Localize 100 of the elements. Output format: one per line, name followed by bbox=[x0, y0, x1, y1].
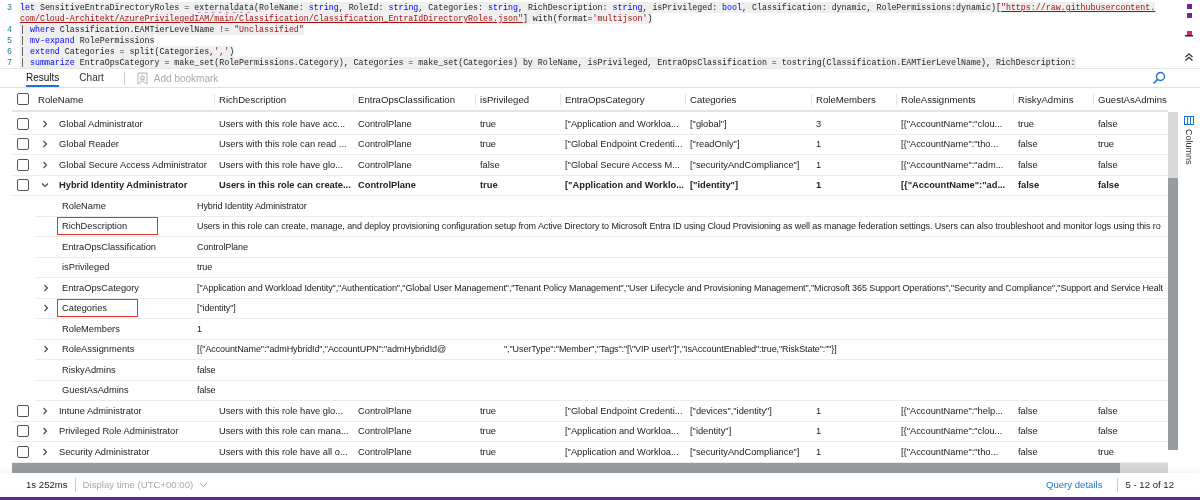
table-cell-text: Users in this role can create... bbox=[218, 180, 352, 191]
table-cell-text: Users with this role have glo... bbox=[218, 405, 344, 416]
table-cell-text: 1 bbox=[815, 426, 823, 437]
chevron-right-icon[interactable] bbox=[40, 406, 49, 415]
column-header[interactable]: RoleMembers bbox=[812, 93, 897, 105]
table-cell-text: ControlPlane bbox=[357, 405, 413, 416]
table-cell-text: false bbox=[1097, 159, 1119, 170]
table-cell-text: true bbox=[479, 405, 498, 416]
table-cell-text: Users with this role have acc... bbox=[218, 118, 347, 129]
tab[interactable]: Chart bbox=[79, 69, 104, 87]
table-cell-text: Global Secure Access Administrator bbox=[58, 159, 208, 170]
column-header[interactable]: isPrivileged bbox=[476, 93, 561, 105]
table-cell-text: false bbox=[479, 159, 501, 170]
table-cell-text: false bbox=[1097, 426, 1119, 437]
table-cell-text: ["securityAndCompliance"] bbox=[689, 446, 801, 457]
row-checkbox[interactable] bbox=[17, 117, 29, 130]
table-cell-text: ["identity"] bbox=[689, 180, 740, 191]
select-all-checkbox[interactable] bbox=[17, 93, 29, 105]
row-checkbox[interactable] bbox=[17, 138, 29, 151]
table-cell-text: ["Application and Workloa... bbox=[564, 446, 680, 457]
field-name: GuestAsAdmins bbox=[61, 384, 130, 398]
chevron-right-icon[interactable] bbox=[42, 283, 50, 292]
chevron-down-icon[interactable] bbox=[40, 181, 49, 190]
search-icon[interactable] bbox=[1152, 71, 1166, 85]
table-cell-text: ControlPlane bbox=[357, 118, 413, 129]
table-cell-text: ["Application and Workloa... bbox=[564, 426, 680, 437]
tab[interactable]: Results bbox=[26, 69, 60, 87]
vertical-scrollbar[interactable] bbox=[1168, 112, 1178, 450]
field-value: ","UserType":"Member","Tags":"[\"VIP user\"]","IsAccountEnabled":true,"RiskState":""}] bbox=[504, 344, 837, 355]
line-number: 3 bbox=[6, 2, 13, 13]
field-value: ["Application and Workload Identity","Authentication","Global User Management","Tenant Policy Management","User Lifecycle and Provisioning Management","Microsoft 365 Support Operations","Security and Compliance","Support and Service Healt bbox=[197, 282, 1163, 293]
table-cell-text: ["Global Endpoint Credenti... bbox=[564, 405, 684, 416]
chevron-right-icon[interactable] bbox=[42, 304, 50, 313]
table-cell-text: ["Global Secure Access M... bbox=[564, 159, 681, 170]
chevron-right-icon[interactable] bbox=[42, 345, 50, 354]
table-cell-text: Users with this role have all o... bbox=[218, 446, 349, 457]
table-cell-text: true bbox=[479, 446, 498, 457]
table-cell-text: [{"AccountName":"tho... bbox=[900, 446, 1000, 457]
query-details-link[interactable]: Query details bbox=[1045, 479, 1103, 491]
table-cell-text: Hybrid Identity Administrator bbox=[58, 180, 189, 191]
field-value: true bbox=[197, 262, 213, 273]
chevron-right-icon[interactable] bbox=[40, 427, 49, 436]
table-cell-text: [{"AccountName":"ad... bbox=[900, 180, 1007, 191]
table-cell-text: ["Application and Workloa... bbox=[564, 118, 680, 129]
table-cell-text: 1 bbox=[815, 159, 823, 170]
table-cell-text: [{"AccountName":"help... bbox=[900, 405, 1004, 416]
table-cell-text: Users with this role have glo... bbox=[218, 159, 344, 170]
field-name: isPrivileged bbox=[61, 261, 111, 275]
row-checkbox[interactable] bbox=[17, 158, 29, 171]
column-header[interactable]: RoleAssignments bbox=[897, 93, 1014, 105]
field-value: false bbox=[197, 385, 216, 396]
table-cell-text: true bbox=[479, 139, 498, 150]
row-checkbox[interactable] bbox=[17, 445, 29, 458]
chevron-right-icon[interactable] bbox=[40, 140, 49, 149]
table-cell-text: true bbox=[1017, 118, 1036, 129]
field-name: RichDescription bbox=[57, 217, 159, 236]
table-cell-text: Intune Administrator bbox=[58, 405, 143, 416]
column-header[interactable]: GuestAsAdmins bbox=[1094, 93, 1168, 105]
table-cell-text: false bbox=[1097, 180, 1121, 191]
query-duration: 1s 252ms bbox=[26, 479, 68, 491]
table-cell-text: false bbox=[1097, 118, 1119, 129]
table-cell-text: false bbox=[1017, 180, 1041, 191]
table-cell-text: false bbox=[1017, 446, 1039, 457]
column-header[interactable]: RoleName bbox=[34, 93, 215, 105]
chevron-right-icon[interactable] bbox=[40, 160, 49, 169]
table-cell-text: ["identity"] bbox=[689, 426, 733, 437]
table-cell-text: ["readOnly"] bbox=[689, 139, 741, 150]
bookmark-icon bbox=[136, 71, 148, 85]
table-cell-text: Privileged Role Administrator bbox=[58, 426, 180, 437]
table-cell-text: true bbox=[1097, 446, 1116, 457]
row-checkbox[interactable] bbox=[17, 404, 29, 417]
row-checkbox[interactable] bbox=[17, 425, 29, 438]
line-number: 4 bbox=[6, 24, 13, 35]
column-header[interactable]: EntraOpsClassification bbox=[354, 93, 476, 105]
chevron-right-icon[interactable] bbox=[40, 119, 49, 128]
field-name: RiskyAdmins bbox=[61, 363, 117, 377]
columns-icon bbox=[1184, 116, 1194, 125]
collapse-icon[interactable] bbox=[1184, 52, 1194, 62]
table-cell-text: Global Reader bbox=[58, 139, 120, 150]
scroll-markers-drawing bbox=[1185, 2, 1193, 38]
table-cell-text: [{"AccountName":"tho... bbox=[900, 139, 1000, 150]
horizontal-scrollbar[interactable] bbox=[12, 462, 1168, 473]
chevron-right-icon[interactable] bbox=[40, 447, 49, 456]
column-header[interactable]: EntraOpsCategory bbox=[561, 93, 686, 105]
columns-panel-button[interactable]: Columns bbox=[1178, 88, 1200, 165]
column-header[interactable]: RiskyAdmins bbox=[1014, 93, 1094, 105]
line-number: 5 bbox=[6, 35, 13, 46]
code-editor[interactable] bbox=[0, 0, 1200, 69]
row-checkbox[interactable] bbox=[17, 179, 29, 192]
column-header[interactable]: RichDescription bbox=[215, 93, 354, 105]
table-cell-text: 1 bbox=[815, 405, 823, 416]
field-name: EntraOpsCategory bbox=[61, 281, 140, 295]
table-cell-text: ControlPlane bbox=[357, 159, 413, 170]
table-cell-text: false bbox=[1097, 405, 1119, 416]
field-value: 1 bbox=[197, 323, 202, 334]
column-header[interactable]: Categories bbox=[686, 93, 812, 105]
table-cell-text: ["Global Endpoint Credenti... bbox=[564, 139, 684, 150]
table-cell-text: [{"AccountName":"clou... bbox=[900, 426, 1004, 437]
field-name: Categories bbox=[57, 299, 138, 318]
field-name: EntraOpsClassification bbox=[61, 240, 158, 254]
